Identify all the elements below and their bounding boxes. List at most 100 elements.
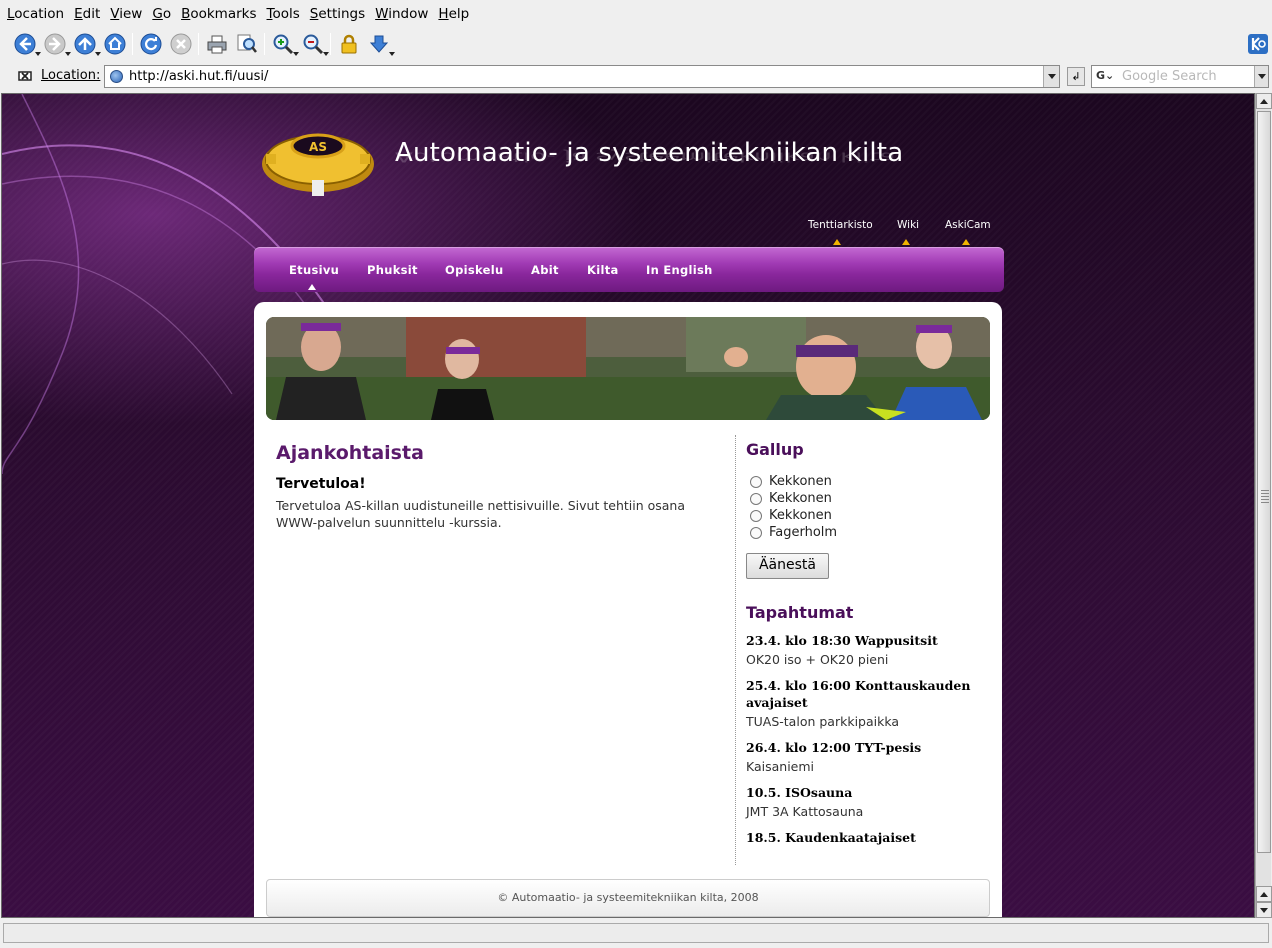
event-title: 26.4. klo 12:00 TYT-pesis [746,740,922,755]
radio-button[interactable] [750,492,762,505]
menu-view[interactable]: View [105,6,147,22]
scroll-down-button[interactable] [1256,902,1272,918]
event-place: TUAS-talon parkkipaikka [746,714,900,729]
location-bar: Location: http://aski.hut.fi/uusi/ ↲ G⌄ … [0,62,1272,90]
event-place: Kaisaniemi [746,759,815,774]
poll-option-label: Kekkonen [769,508,832,523]
toplink-arrow-icon [962,239,970,245]
search-engine-icon[interactable]: G⌄ [1096,69,1114,82]
go-button[interactable]: ↲ [1067,67,1085,86]
sidebar-divider [735,435,736,865]
event-item: 10.5. ISOsauna JMT 3A Kattosauna [746,784,986,819]
site-title-reflection: Automaatio- ja systeemitekniikan kilta [395,149,896,164]
toolbar [0,27,1272,62]
site-logo[interactable]: AS [258,124,378,200]
zoom-out-dropdown-icon[interactable] [323,52,329,56]
menu-window[interactable]: Window [370,6,433,22]
toplink-askicam[interactable]: AskiCam [945,219,991,231]
menu-tools[interactable]: Tools [262,6,305,22]
banner-image [266,317,990,420]
toplink-tenttiarkisto[interactable]: Tenttiarkisto [808,219,873,231]
event-item: 25.4. klo 16:00 Konttauskauden avajaiset… [746,677,986,729]
menu-bookmarks[interactable]: Bookmarks [176,6,261,22]
nav-in-english[interactable]: In English [646,263,713,277]
home-button[interactable] [102,31,128,57]
url-input[interactable]: http://aski.hut.fi/uusi/ [104,65,1060,88]
back-button[interactable] [12,31,41,57]
print-button[interactable] [204,31,230,57]
poll-option[interactable]: Kekkonen [746,490,986,507]
zoom-out-button[interactable] [300,31,329,57]
security-button[interactable] [336,31,362,57]
up-dropdown-icon[interactable] [95,52,101,56]
event-item: 18.5. Kaudenkaatajaiset [746,829,986,846]
search-dropdown[interactable] [1254,66,1268,87]
security-icon [341,34,357,54]
forward-icon [44,33,66,55]
zoom-in-button[interactable] [270,31,299,57]
event-place: OK20 iso + OK20 pieni [746,652,889,667]
zoom-in-dropdown-icon[interactable] [293,52,299,56]
poll-option[interactable]: Kekkonen [746,507,986,524]
toplink-wiki[interactable]: Wiki [897,219,919,231]
banner-photo [266,317,990,420]
nav-opiskelu[interactable]: Opiskelu [445,263,503,277]
poll-option[interactable]: Fagerholm [746,524,986,541]
reload-button[interactable] [138,31,164,57]
poll-heading: Gallup [746,440,804,459]
clear-location-button[interactable] [12,63,38,89]
nav-etusivu[interactable]: Etusivu [289,263,339,277]
location-label: Location: [41,68,101,83]
poll-option-label: Kekkonen [769,491,832,506]
vote-button[interactable]: Äänestä [746,553,829,579]
print-icon [207,35,227,54]
toplink-arrow-icon [902,239,910,245]
stop-icon [170,33,192,55]
url-history-dropdown[interactable] [1043,66,1059,87]
radio-button[interactable] [750,475,762,488]
kde-logo[interactable] [1245,31,1271,57]
radio-button[interactable] [750,509,762,522]
poll-option[interactable]: Kekkonen [746,473,986,490]
clear-location-icon [18,71,32,81]
stop-button[interactable] [168,31,194,57]
vertical-scrollbar[interactable] [1255,93,1272,918]
menu-go[interactable]: Go [147,6,176,22]
poll-option-label: Kekkonen [769,474,832,489]
radio-button[interactable] [750,526,762,539]
reload-icon [140,33,162,55]
menu-settings[interactable]: Settings [305,6,370,22]
toolbar-separator [198,33,199,55]
up-button[interactable] [72,31,101,57]
web-page: AS Automaatio- ja systeemitekniikan kilt… [1,93,1255,918]
download-dropdown-icon[interactable] [389,52,395,56]
scroll-up-button-bottom[interactable] [1256,886,1272,902]
menu-edit[interactable]: Edit [69,6,105,22]
back-dropdown-icon[interactable] [35,52,41,56]
forward-button[interactable] [42,31,71,57]
nav-abit[interactable]: Abit [531,263,559,277]
poll-option-label: Fagerholm [769,525,838,540]
event-item: 23.4. klo 18:30 Wappusitsit OK20 iso + O… [746,632,986,667]
logo-text: AS [309,140,327,154]
scroll-thumb[interactable] [1257,111,1271,853]
zoom-in-icon [273,34,294,55]
main-nav: Etusivu Phuksit Opiskelu Abit Kilta In E… [254,247,1004,292]
forward-dropdown-icon[interactable] [65,52,71,56]
kde-logo-icon [1248,34,1268,54]
search-bar: G⌄ Google Search [1091,65,1269,88]
scroll-up-button[interactable] [1256,93,1272,109]
content-card: Ajankohtaista Tervetuloa! Tervetuloa AS-… [254,302,1002,917]
menu-location[interactable]: Location [2,6,69,22]
globe-icon [110,70,123,83]
event-title: 10.5. ISOsauna [746,785,853,800]
menu-help[interactable]: Help [433,6,474,22]
status-field [3,923,1269,943]
nav-kilta[interactable]: Kilta [587,263,619,277]
download-button[interactable] [366,31,395,57]
events-heading: Tapahtumat [746,603,854,622]
menu-bar: Location Edit View Go Bookmarks Tools Se… [0,0,1272,27]
search-input[interactable]: Google Search [1122,69,1217,84]
nav-phuksit[interactable]: Phuksit [367,263,418,277]
find-button[interactable] [234,31,260,57]
